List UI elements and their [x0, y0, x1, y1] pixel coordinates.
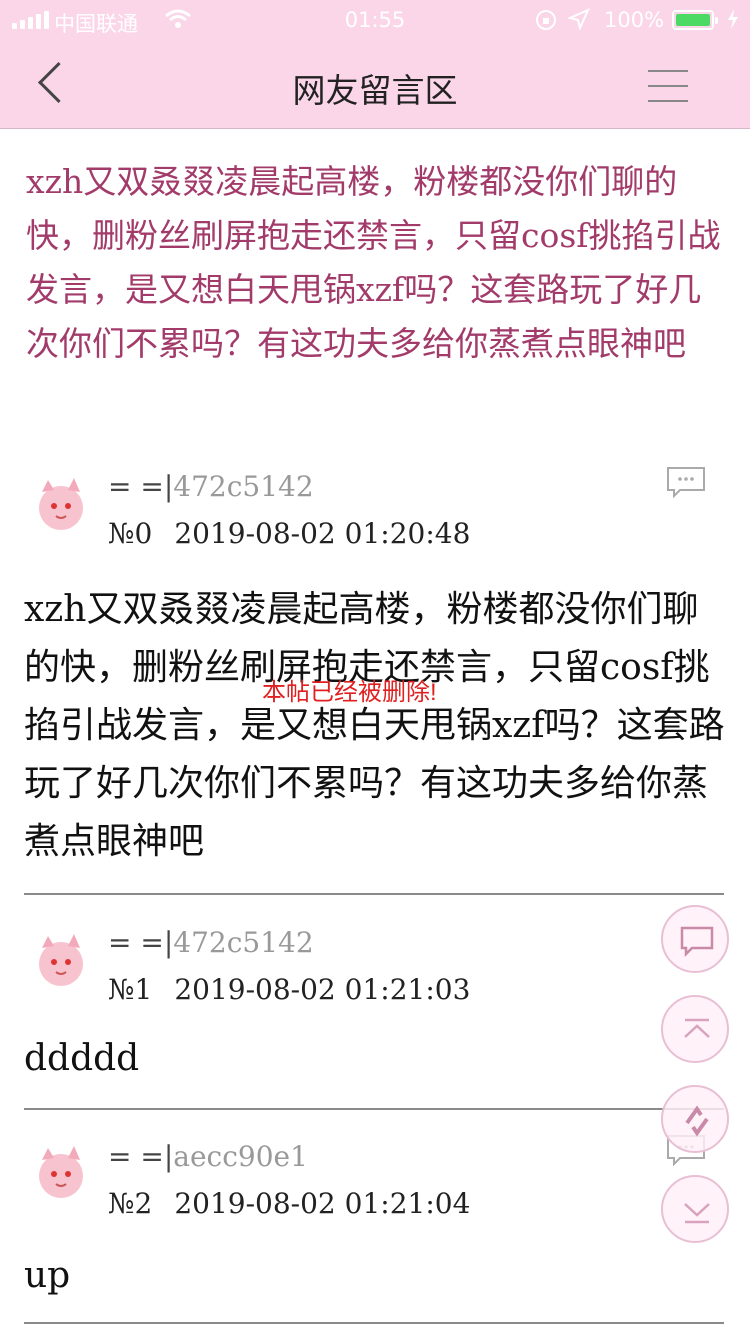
location-icon [566, 8, 590, 35]
divider [24, 1322, 724, 1324]
menu-button[interactable] [648, 68, 688, 104]
scroll-to-bottom-button[interactable] [661, 1175, 729, 1243]
post-date: 2019-08-02 01:21:04 [174, 1187, 471, 1220]
refresh-button[interactable] [661, 1085, 729, 1153]
post-date: 2019-08-02 01:20:48 [174, 517, 471, 550]
rotation-lock-icon [534, 8, 558, 37]
avatar [30, 1140, 92, 1202]
page-title: 网友留言区 [292, 71, 458, 110]
user-id: aecc90e1 [173, 1140, 308, 1173]
app-header: 中国联通 01:55 100% 网友留言区 [0, 0, 750, 129]
post-meta: №1 2019-08-02 01:21:03 [108, 973, 470, 1006]
comment-bubble-icon [680, 926, 714, 958]
charging-icon [726, 8, 740, 35]
avatar [30, 928, 92, 990]
post-username: = =|472c5142 [108, 470, 314, 503]
floor-number: №2 [108, 1187, 153, 1220]
scroll-to-top-icon [684, 1018, 710, 1038]
post-body: ddddd [24, 1038, 140, 1079]
post-meta: №0 2019-08-02 01:20:48 [108, 517, 470, 550]
reply-button[interactable] [661, 905, 729, 973]
post-body: up [24, 1255, 71, 1296]
divider [24, 1108, 724, 1110]
battery-percentage: 100% [604, 8, 665, 32]
floor-number: №0 [108, 517, 153, 550]
comment-icon[interactable] [666, 466, 706, 499]
user-id: 472c5142 [173, 470, 314, 503]
scroll-to-bottom-icon [684, 1203, 710, 1224]
post-meta: №2 2019-08-02 01:21:04 [108, 1187, 470, 1220]
post-date: 2019-08-02 01:21:03 [174, 973, 471, 1006]
avatar [30, 472, 92, 534]
battery-icon [672, 10, 718, 30]
divider [24, 893, 724, 895]
thread-lead-text: xzh又双叒叕凌晨起高楼，粉楼都没你们聊的快，删粉丝刷屏抱走还禁言，只留cosf… [26, 162, 721, 363]
deleted-notice: 本帖已经被删除! [262, 679, 437, 706]
status-bar: 中国联通 01:55 100% [0, 0, 750, 40]
post-username: = =|aecc90e1 [108, 1140, 308, 1173]
floor-number: №1 [108, 973, 153, 1006]
post-username: = =|472c5142 [108, 926, 314, 959]
refresh-icon [685, 1105, 709, 1137]
scroll-to-top-button[interactable] [661, 995, 729, 1063]
user-id: 472c5142 [173, 926, 314, 959]
post-body: xzh又双叒叕凌晨起高楼，粉楼都没你们聊的快，删粉丝刷屏抱走还禁言，只留cosf… [24, 589, 725, 862]
